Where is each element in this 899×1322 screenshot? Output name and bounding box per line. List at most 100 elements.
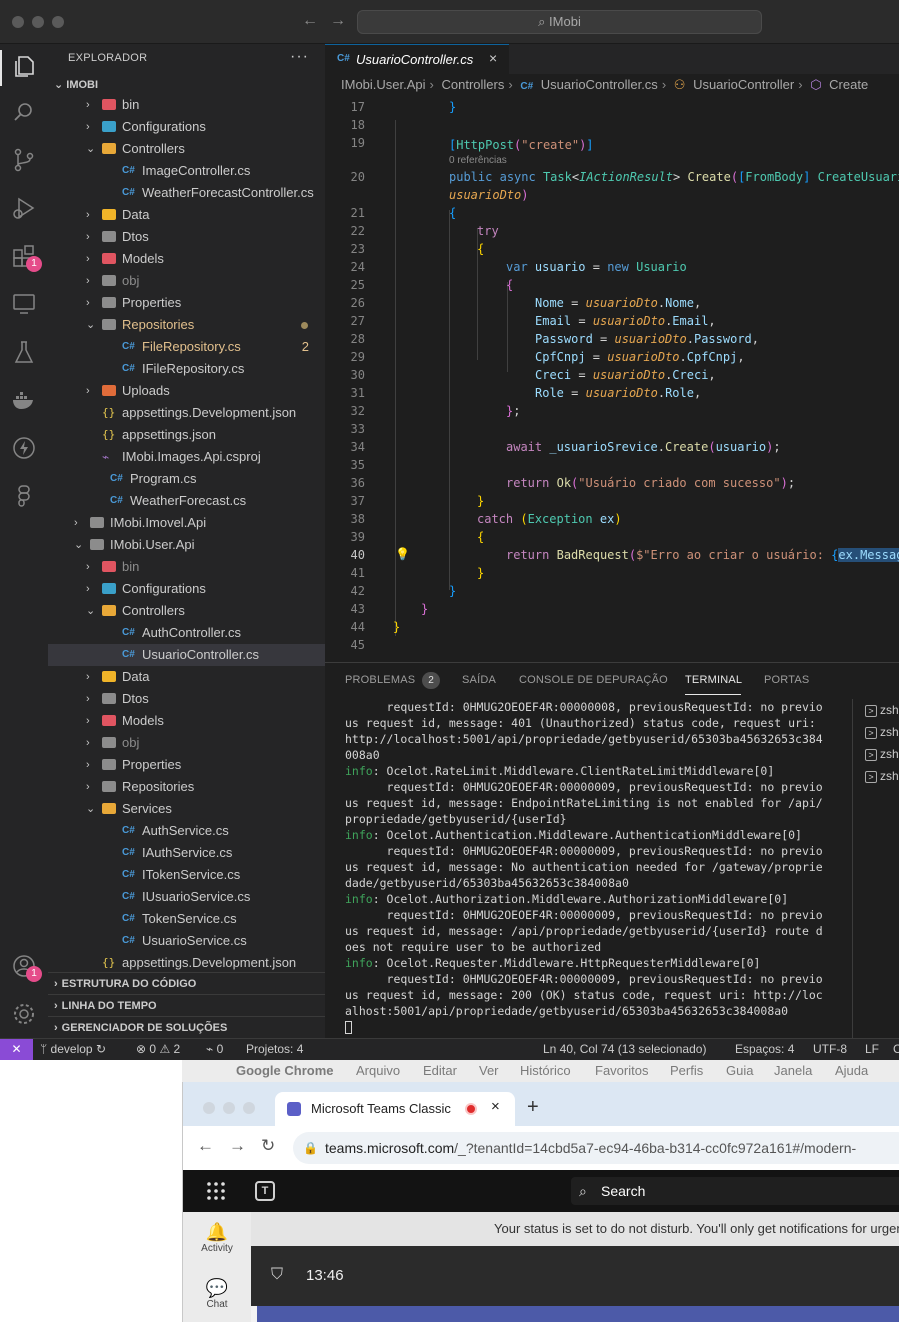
section-outline[interactable]: › ESTRUTURA DO CÓDIGO [48, 972, 325, 994]
search-icon[interactable] [10, 98, 38, 126]
explorer-files-icon[interactable] [10, 52, 38, 80]
tab-ports[interactable]: PORTAS [764, 674, 809, 686]
menu-item-edit[interactable]: Editar [423, 1060, 457, 1082]
new-tab-button[interactable]: + [527, 1096, 539, 1119]
lightbulb-icon[interactable]: 💡 [395, 547, 410, 561]
menu-app-name[interactable]: Google Chrome [236, 1060, 334, 1082]
rail-item-chat[interactable]: 💬 Chat [183, 1278, 251, 1310]
tree-folder[interactable]: › Configurations [48, 116, 325, 138]
menu-item-view[interactable]: Ver [479, 1060, 499, 1082]
settings-gear-icon[interactable] [10, 1000, 38, 1028]
minimize-window-button[interactable] [223, 1102, 235, 1114]
indentation-status[interactable]: Espaços: 4 [735, 1039, 794, 1060]
tree-file[interactable]: C# IFileRepository.cs [48, 358, 325, 380]
terminal-instance[interactable]: > zsh [865, 769, 899, 783]
tree-file[interactable]: C# TokenService.cs [48, 908, 325, 930]
tree-folder[interactable]: › Dtos [48, 688, 325, 710]
tree-folder[interactable]: › Uploads [48, 380, 325, 402]
tree-file[interactable]: C# WeatherForecast.cs [48, 490, 325, 512]
cursor-position[interactable]: Ln 40, Col 74 (13 selecionado) [543, 1039, 706, 1060]
language-status[interactable]: C [893, 1039, 899, 1060]
close-icon[interactable]: × [489, 50, 497, 66]
address-bar[interactable]: 🔒 teams.microsoft.com/_?tenantId=14cbd5a… [293, 1132, 899, 1164]
remote-explorer-icon[interactable] [10, 290, 38, 318]
tree-folder[interactable]: › Data [48, 666, 325, 688]
tree-file[interactable]: C# IUsuarioService.cs [48, 886, 325, 908]
projects-status[interactable]: Projetos: 4 [246, 1039, 303, 1060]
forward-arrow-icon[interactable]: → [229, 1136, 246, 1156]
breadcrumb-item[interactable]: Create [829, 77, 868, 92]
terminal-instance[interactable]: > zsh [865, 747, 899, 761]
reload-icon[interactable]: ↻ [261, 1136, 275, 1156]
tab-output[interactable]: SAÍDA [462, 674, 496, 686]
testing-flask-icon[interactable] [10, 338, 38, 366]
tree-folder[interactable]: ⌄ Services [48, 798, 325, 820]
remote-indicator-button[interactable]: ✕ [0, 1039, 33, 1060]
tree-folder[interactable]: › Dtos [48, 226, 325, 248]
section-timeline[interactable]: › LINHA DO TEMPO [48, 994, 325, 1016]
extensions-icon[interactable]: 1 [10, 242, 42, 272]
close-window-button[interactable] [12, 16, 24, 28]
back-arrow-icon[interactable]: ← [197, 1136, 214, 1156]
back-arrow-icon[interactable]: ← [302, 12, 318, 30]
close-window-button[interactable] [203, 1102, 215, 1114]
menu-item-profiles[interactable]: Perfis [670, 1060, 703, 1082]
tree-folder[interactable]: › Configurations [48, 578, 325, 600]
tree-file[interactable]: C# IAuthService.cs [48, 842, 325, 864]
figma-icon[interactable] [10, 482, 38, 510]
codelens-references[interactable]: 0 referências [449, 155, 507, 166]
tree-folder[interactable]: › obj [48, 732, 325, 754]
encoding-status[interactable]: UTF-8 [813, 1039, 847, 1060]
breadcrumb-item[interactable]: UsuarioController.cs [541, 77, 658, 92]
tree-file[interactable]: C# Program.cs [48, 468, 325, 490]
terminal-instance[interactable]: > zsh [865, 703, 899, 717]
tree-file[interactable]: {} appsettings.Development.json [48, 952, 325, 974]
tree-folder[interactable]: › Properties [48, 292, 325, 314]
source-control-icon[interactable] [10, 146, 38, 174]
tree-folder[interactable]: › Models [48, 248, 325, 270]
accounts-icon[interactable]: 1 [10, 952, 42, 982]
more-actions-icon[interactable]: ··· [290, 48, 309, 66]
tree-folder[interactable]: › bin [48, 94, 325, 116]
thunder-client-icon[interactable] [10, 434, 38, 462]
close-icon[interactable]: × [491, 1098, 500, 1115]
tree-folder[interactable]: › Properties [48, 754, 325, 776]
eol-status[interactable]: LF [865, 1039, 879, 1060]
tree-folder[interactable]: › Repositories [48, 776, 325, 798]
tree-file[interactable]: C# AuthService.cs [48, 820, 325, 842]
menu-item-help[interactable]: Ajuda [835, 1060, 868, 1082]
tab-debug-console[interactable]: CONSOLE DE DEPURAÇÃO [519, 674, 668, 686]
command-center-search[interactable]: ⌕ IMobi [357, 10, 762, 34]
docker-icon[interactable] [10, 386, 38, 414]
maximize-window-button[interactable] [52, 16, 64, 28]
tree-file[interactable]: C# ImageController.cs [48, 160, 325, 182]
section-solution-explorer[interactable]: › GERENCIADOR DE SOLUÇÕES [48, 1016, 325, 1038]
tree-file[interactable]: C# ITokenService.cs [48, 864, 325, 886]
tab-problems[interactable]: PROBLEMAS [345, 674, 415, 686]
problems-status[interactable]: ⊗ 0 ⚠ 2 [136, 1039, 180, 1060]
breadcrumb-item[interactable]: UsuarioController [693, 77, 794, 92]
minimize-window-button[interactable] [32, 16, 44, 28]
maximize-window-button[interactable] [243, 1102, 255, 1114]
menu-item-window[interactable]: Janela [774, 1060, 812, 1082]
tree-folder[interactable]: › Models [48, 710, 325, 732]
tree-file[interactable]: ⌁ IMobi.Images.Api.csproj [48, 446, 325, 468]
tree-file[interactable]: C# AuthController.cs [48, 622, 325, 644]
breadcrumb-item[interactable]: IMobi.User.Api [341, 77, 426, 92]
menu-item-bookmarks[interactable]: Favoritos [595, 1060, 648, 1082]
ports-status[interactable]: ⌁ 0 [206, 1039, 223, 1060]
tree-folder[interactable]: › obj [48, 270, 325, 292]
menu-item-history[interactable]: Histórico [520, 1060, 571, 1082]
tree-file[interactable]: C# UsuarioService.cs [48, 930, 325, 952]
tree-file[interactable]: C# FileRepository.cs 2 [48, 336, 325, 358]
tree-folder[interactable]: ⌄ IMobi.User.Api [48, 534, 325, 556]
terminal-instance[interactable]: > zsh [865, 725, 899, 739]
workspace-root[interactable]: ⌄ IMOBI [54, 78, 98, 91]
menu-item-file[interactable]: Arquivo [356, 1060, 400, 1082]
tab-usuario-controller[interactable]: C# UsuarioController.cs × [325, 44, 509, 74]
branch-status[interactable]: ᛘ develop ↻ [40, 1039, 106, 1060]
tree-folder[interactable]: ⌄ Repositories [48, 314, 325, 336]
menu-item-tab[interactable]: Guia [726, 1060, 753, 1082]
tree-file[interactable]: {} appsettings.Development.json [48, 402, 325, 424]
tab-terminal[interactable]: TERMINAL [685, 674, 742, 686]
